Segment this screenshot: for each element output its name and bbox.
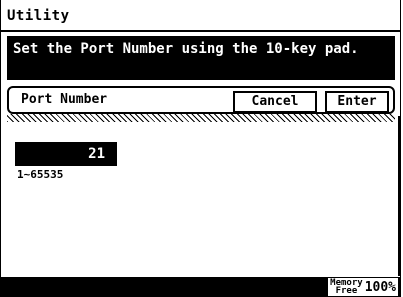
port-number-value[interactable]: 21 [15, 142, 117, 166]
memory-free-label: Memory Free [330, 279, 363, 296]
port-number-range: 1~65535 [17, 168, 64, 181]
memory-label-line2: Free [335, 286, 358, 296]
port-number-header: Port Number Cancel Enter [7, 86, 395, 114]
memory-free-percent: 100% [364, 279, 396, 295]
cancel-button[interactable]: Cancel [233, 91, 317, 113]
enter-button[interactable]: Enter [325, 91, 389, 113]
hatch-divider [7, 114, 395, 122]
memory-free-indicator: Memory Free 100% [328, 278, 398, 296]
right-border [398, 116, 400, 276]
port-number-label: Port Number [21, 92, 108, 107]
title-divider [1, 30, 400, 32]
window-title: Utility [7, 8, 70, 24]
instruction-message: Set the Port Number using the 10-key pad… [7, 36, 395, 80]
utility-screen: Utility Set the Port Number using the 10… [0, 0, 401, 297]
